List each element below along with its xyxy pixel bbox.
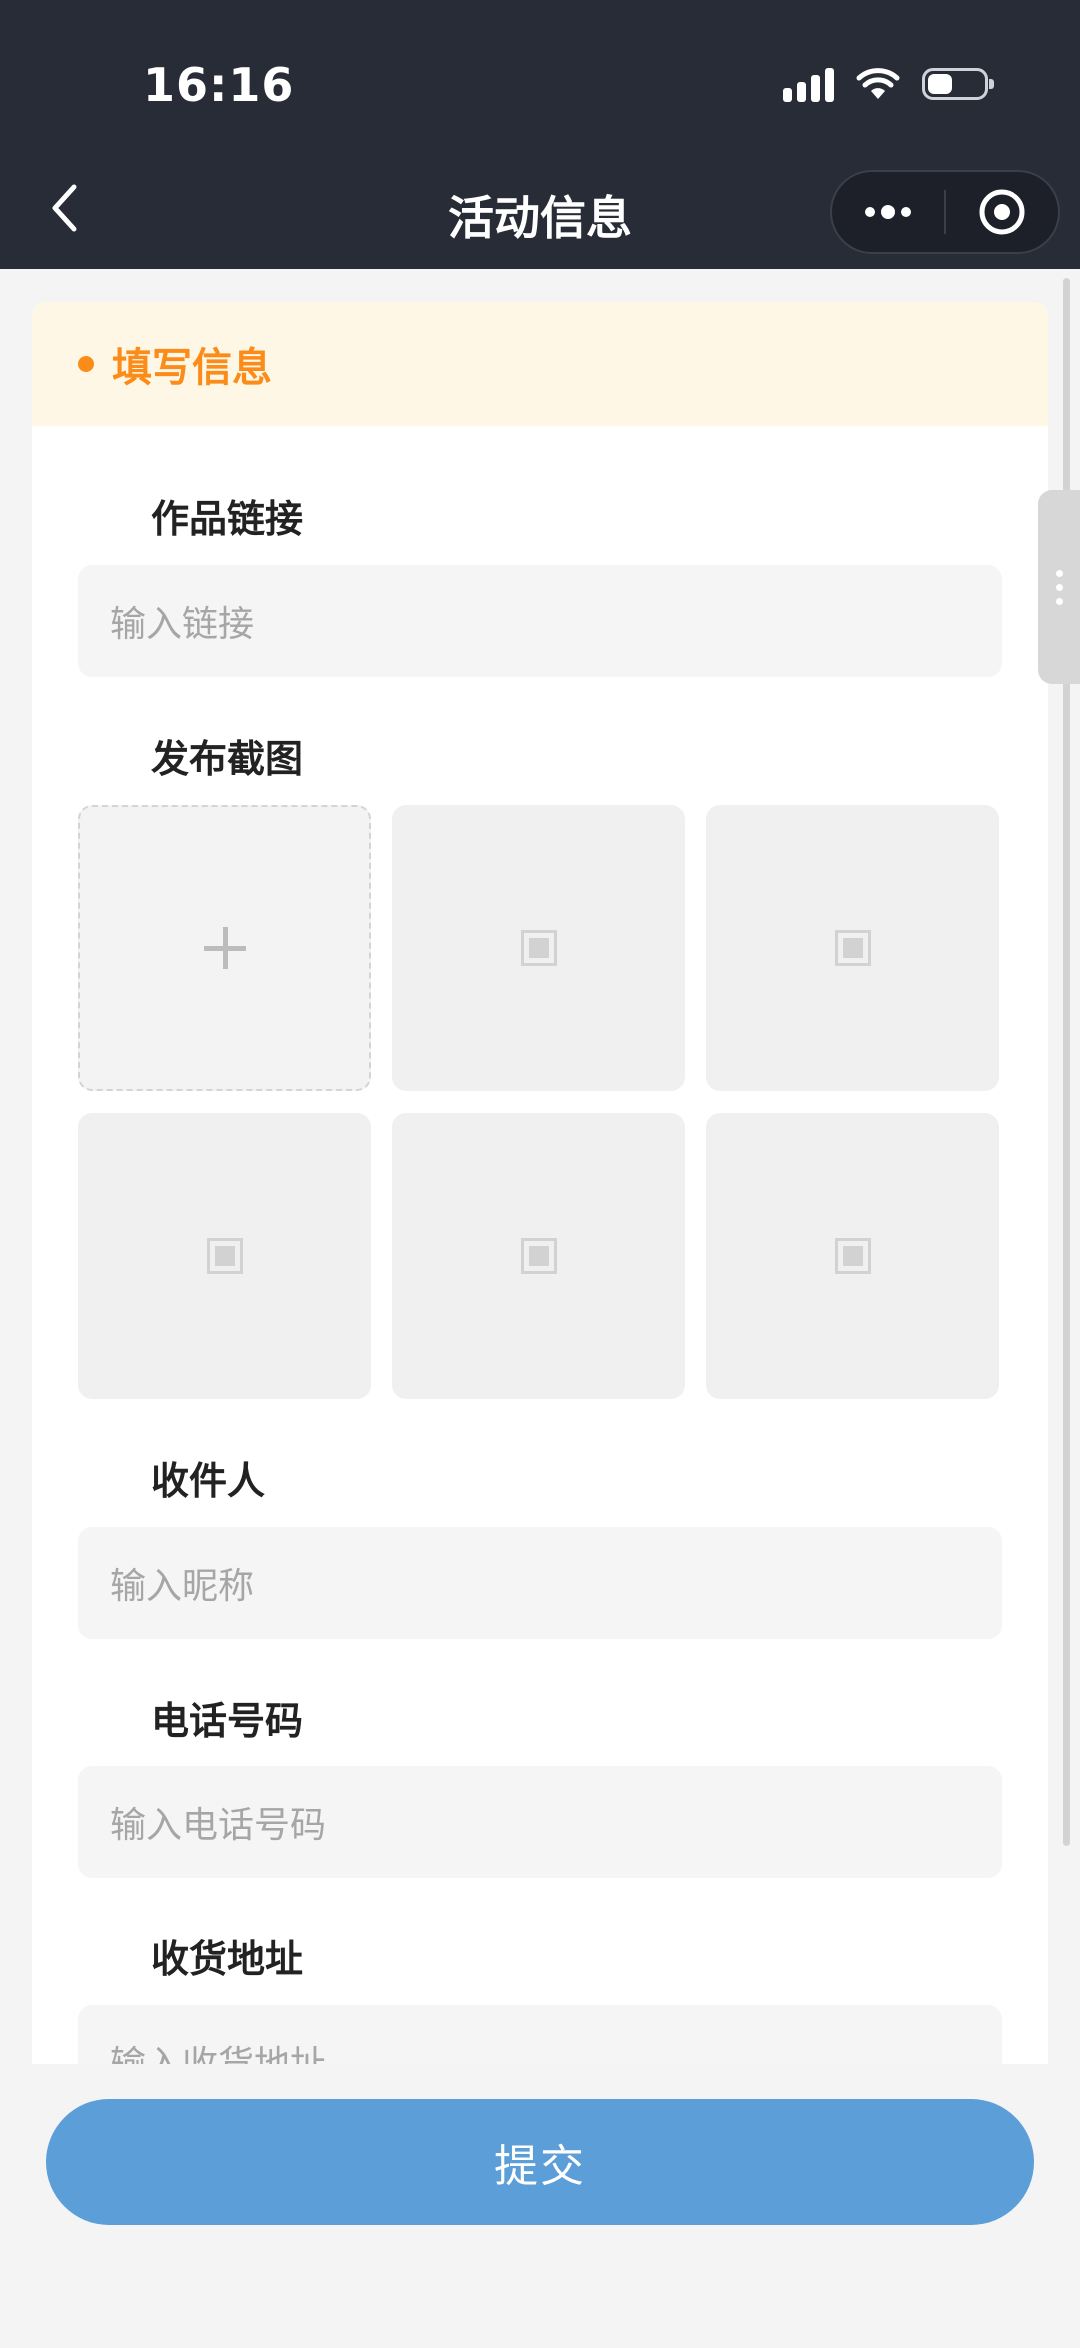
link-input[interactable]: 输入链接: [78, 565, 1002, 677]
recipient-placeholder: 输入昵称: [110, 1566, 255, 1607]
mini-program-capsule: [830, 170, 1060, 254]
phone-label: 电话号码: [151, 1699, 304, 1743]
screenshot-slot[interactable]: [706, 1113, 999, 1399]
status-time: 16:16: [143, 58, 295, 112]
section-header: 填写信息: [32, 302, 1048, 426]
more-dots-icon: [865, 205, 911, 219]
more-button[interactable]: [832, 172, 944, 252]
bullet-dot: [78, 356, 94, 372]
address-placeholder: 输入收货地址: [110, 2035, 326, 2064]
image-placeholder-icon: [834, 1238, 871, 1274]
form-card: 填写信息 作品链接 输入链接 发布截图 收件人 输入昵称 电话号码 输入电话号码…: [32, 302, 1048, 2064]
nav-bar: 活动信息: [0, 160, 1080, 264]
recipient-label: 收件人: [151, 1459, 266, 1503]
phone-input[interactable]: 输入电话号码: [78, 1766, 1002, 1878]
link-placeholder: 输入链接: [110, 604, 255, 645]
submit-button[interactable]: 提交: [46, 2099, 1034, 2225]
top-bar: 16:16 活动信息: [0, 0, 1080, 269]
plus-icon: [203, 927, 246, 969]
image-placeholder-icon: [834, 930, 871, 966]
screenshot-slot[interactable]: [78, 1113, 371, 1399]
wifi-icon: [856, 68, 900, 99]
screenshot-slot[interactable]: [392, 1113, 685, 1399]
add-screenshot-button[interactable]: [78, 805, 371, 1091]
target-icon: [979, 189, 1025, 235]
phone-placeholder: 输入电话号码: [110, 1805, 327, 1846]
close-mini-program-button[interactable]: [946, 172, 1058, 252]
image-placeholder-icon: [206, 1238, 243, 1274]
battery-level: [928, 74, 952, 94]
section-title: 填写信息: [112, 345, 272, 391]
battery-icon: [922, 68, 994, 100]
link-label: 作品链接: [151, 497, 304, 541]
side-drawer-handle[interactable]: [1038, 490, 1080, 684]
status-icons: [783, 66, 994, 102]
recipient-input[interactable]: 输入昵称: [78, 1527, 1002, 1639]
address-input[interactable]: 输入收货地址: [78, 2005, 1002, 2064]
screenshot-label: 发布截图: [151, 737, 304, 781]
cellular-signal-icon: [783, 66, 834, 102]
screenshot-slot[interactable]: [706, 805, 999, 1091]
address-label: 收货地址: [151, 1937, 304, 1981]
bottom-bar: 提交: [0, 2064, 1080, 2348]
image-placeholder-icon: [520, 930, 557, 966]
image-placeholder-icon: [520, 1238, 557, 1274]
screenshot-slot[interactable]: [392, 805, 685, 1091]
